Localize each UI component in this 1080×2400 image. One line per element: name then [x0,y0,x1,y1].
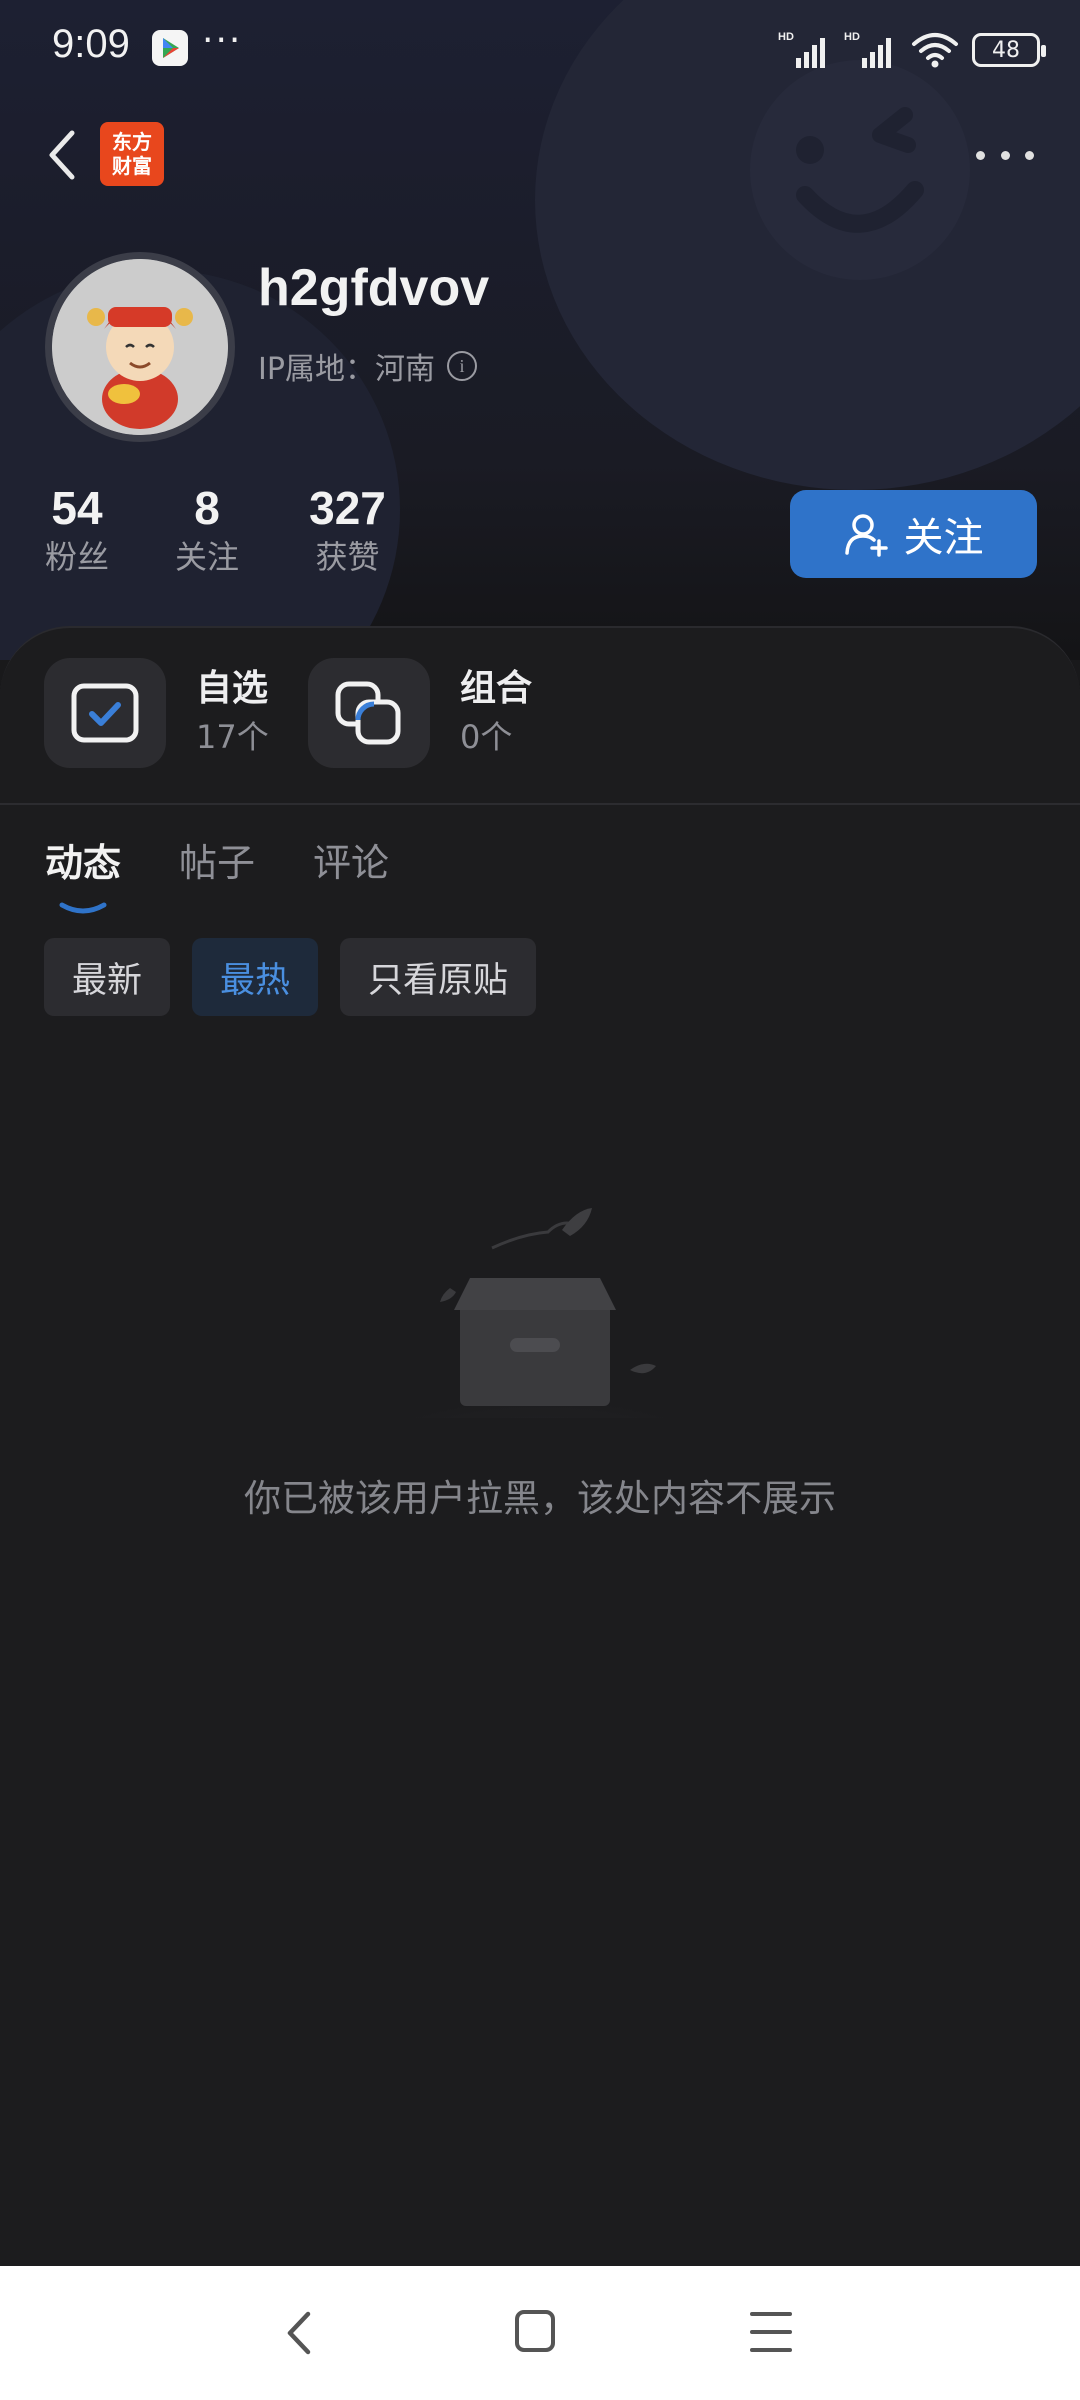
wifi-icon [912,33,958,68]
watchlist-icon [44,658,166,768]
back-arrow-icon[interactable] [40,125,84,185]
svg-text:HD: HD [844,31,860,43]
stat-likes[interactable]: 327 获赞 [300,480,395,578]
profile-page: 9:09 ··· HD HD 48 东方 财富 h2gfdvov IP属地：河南… [0,0,1080,2400]
svg-text:HD: HD [778,31,794,43]
content-tabs: 动态 帖子 评论 [45,833,389,914]
avatar[interactable] [45,252,235,442]
tab-label: 帖子 [179,841,256,885]
follow-button-label: 关注 [903,515,984,561]
portfolio-icon [308,658,430,768]
empty-state-message: 你已被该用户拉黑，该处内容不展示 [244,1477,836,1520]
shortcut-count: 17个 [196,718,269,756]
battery-icon: 48 [972,33,1046,67]
tab-label: 动态 [45,841,122,885]
nav-home-icon[interactable] [515,2310,555,2352]
content-card: 自选 17个 组合 0个 动态 帖子 评论 最新 最热 只看原贴 你已被该用户拉… [0,626,1080,2266]
tab-label: 评论 [313,841,390,885]
app-logo[interactable]: 东方 财富 [100,122,164,186]
filter-chips: 最新 最热 只看原贴 [44,938,537,1016]
nav-back-icon[interactable] [280,2306,320,2360]
add-user-icon [844,514,888,557]
stat-value: 327 [309,482,386,534]
tab-comments[interactable]: 评论 [313,833,389,893]
more-options-icon[interactable] [976,135,1034,175]
tab-posts[interactable]: 帖子 [179,833,255,893]
shortcut-title: 组合 [460,668,533,709]
signal-icon-2: HD [844,31,891,68]
ip-location: IP属地：河南 i [258,344,477,388]
filter-hottest[interactable]: 最热 [192,938,319,1016]
status-time: 9:09 [52,22,130,66]
follow-button[interactable]: 关注 [790,490,1037,578]
portfolio-shortcut[interactable]: 组合 0个 [308,658,532,768]
stat-label: 获赞 [315,538,380,576]
stat-fans[interactable]: 54 粉丝 [42,480,112,578]
info-icon[interactable]: i [446,351,477,381]
stat-label: 粉丝 [44,538,109,576]
status-bar: 9:09 ··· HD HD 48 [0,0,1080,100]
status-indicators: HD HD 48 [778,28,1046,72]
tab-activity[interactable]: 动态 [45,833,122,914]
system-navigation-bar [0,2266,1080,2400]
filter-latest[interactable]: 最新 [44,938,171,1016]
stat-following[interactable]: 8 关注 [172,480,242,578]
empty-box-illustration [330,1208,750,1418]
signal-icon: HD [778,31,825,68]
shortcut-title: 自选 [196,668,269,709]
ip-location-text: IP属地：河南 [258,352,435,387]
filter-original-only[interactable]: 只看原贴 [340,938,537,1016]
stat-label: 关注 [174,538,239,576]
shortcut-count: 0个 [460,718,513,756]
stat-value: 54 [51,482,103,534]
watchlist-shortcut[interactable]: 自选 17个 [44,658,269,768]
divider [0,803,1080,805]
play-store-icon [152,30,188,66]
username: h2gfdvov [258,259,490,317]
stat-value: 8 [194,482,220,534]
active-tab-indicator [59,902,107,914]
nav-menu-icon[interactable] [750,2312,792,2352]
status-more-icon: ··· [202,20,243,61]
